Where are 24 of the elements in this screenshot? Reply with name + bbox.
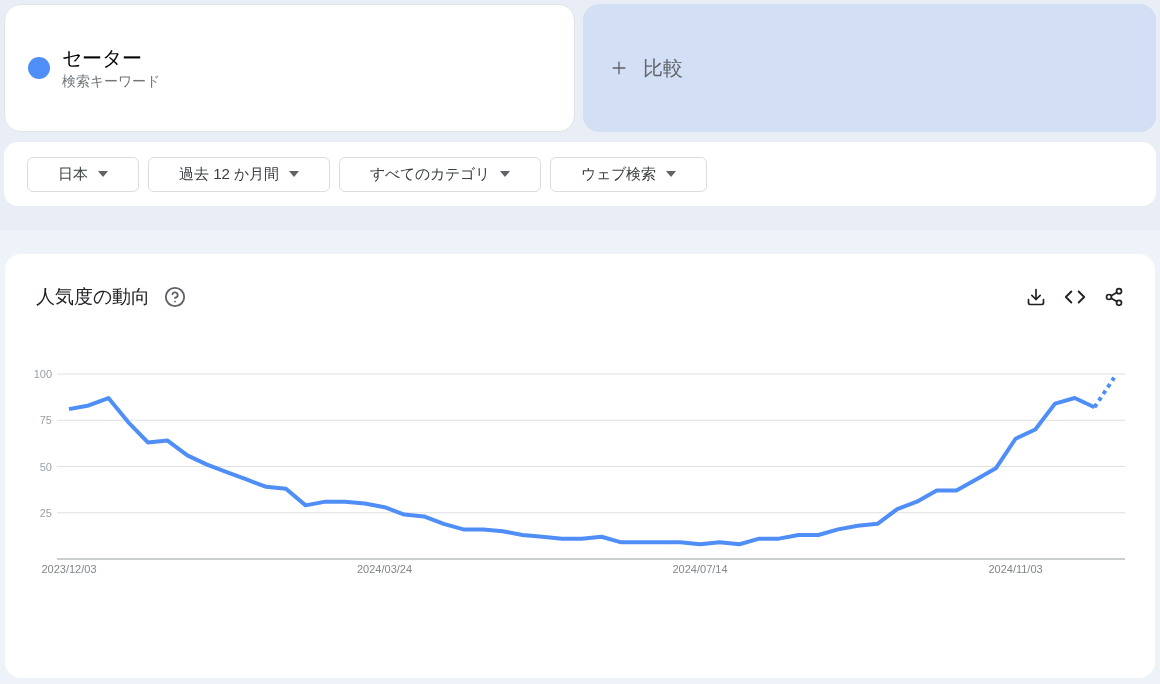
compare-button[interactable]: 比較 — [583, 4, 1156, 132]
y-axis-label: 75 — [39, 414, 52, 427]
dropdown-caret-icon — [289, 171, 300, 177]
trend-title: 人気度の動向 — [36, 284, 150, 309]
x-axis-label: 2024/07/14 — [672, 563, 728, 575]
dropdown-caret-icon — [666, 171, 677, 177]
filter-dropdown[interactable]: すべてのカテゴリ — [339, 156, 542, 192]
dropdown-caret-icon — [500, 171, 511, 177]
term-name: セーター — [62, 45, 143, 71]
download-icon[interactable] — [1026, 287, 1046, 307]
filter-dropdown[interactable]: 日本 — [27, 156, 139, 192]
dropdown-caret-icon — [98, 171, 108, 177]
term-subtitle: 検索キーワード — [62, 71, 160, 91]
x-axis-label: 2024/11/03 — [988, 563, 1043, 575]
x-axis-label: 2024/03/24 — [357, 563, 413, 575]
share-icon[interactable] — [1104, 287, 1124, 307]
y-axis-label: 100 — [33, 368, 52, 380]
search-term-card[interactable]: セーター 検索キーワード — [4, 4, 575, 132]
filter-dropdown[interactable]: ウェブ検索 — [550, 156, 708, 192]
help-icon[interactable] — [164, 286, 186, 308]
x-axis-label: 2023/12/03 — [41, 563, 97, 575]
filter-dropdown[interactable]: 過去 12 か月間 — [148, 156, 331, 192]
y-axis-label: 25 — [39, 506, 52, 519]
y-axis-label: 50 — [39, 460, 52, 473]
